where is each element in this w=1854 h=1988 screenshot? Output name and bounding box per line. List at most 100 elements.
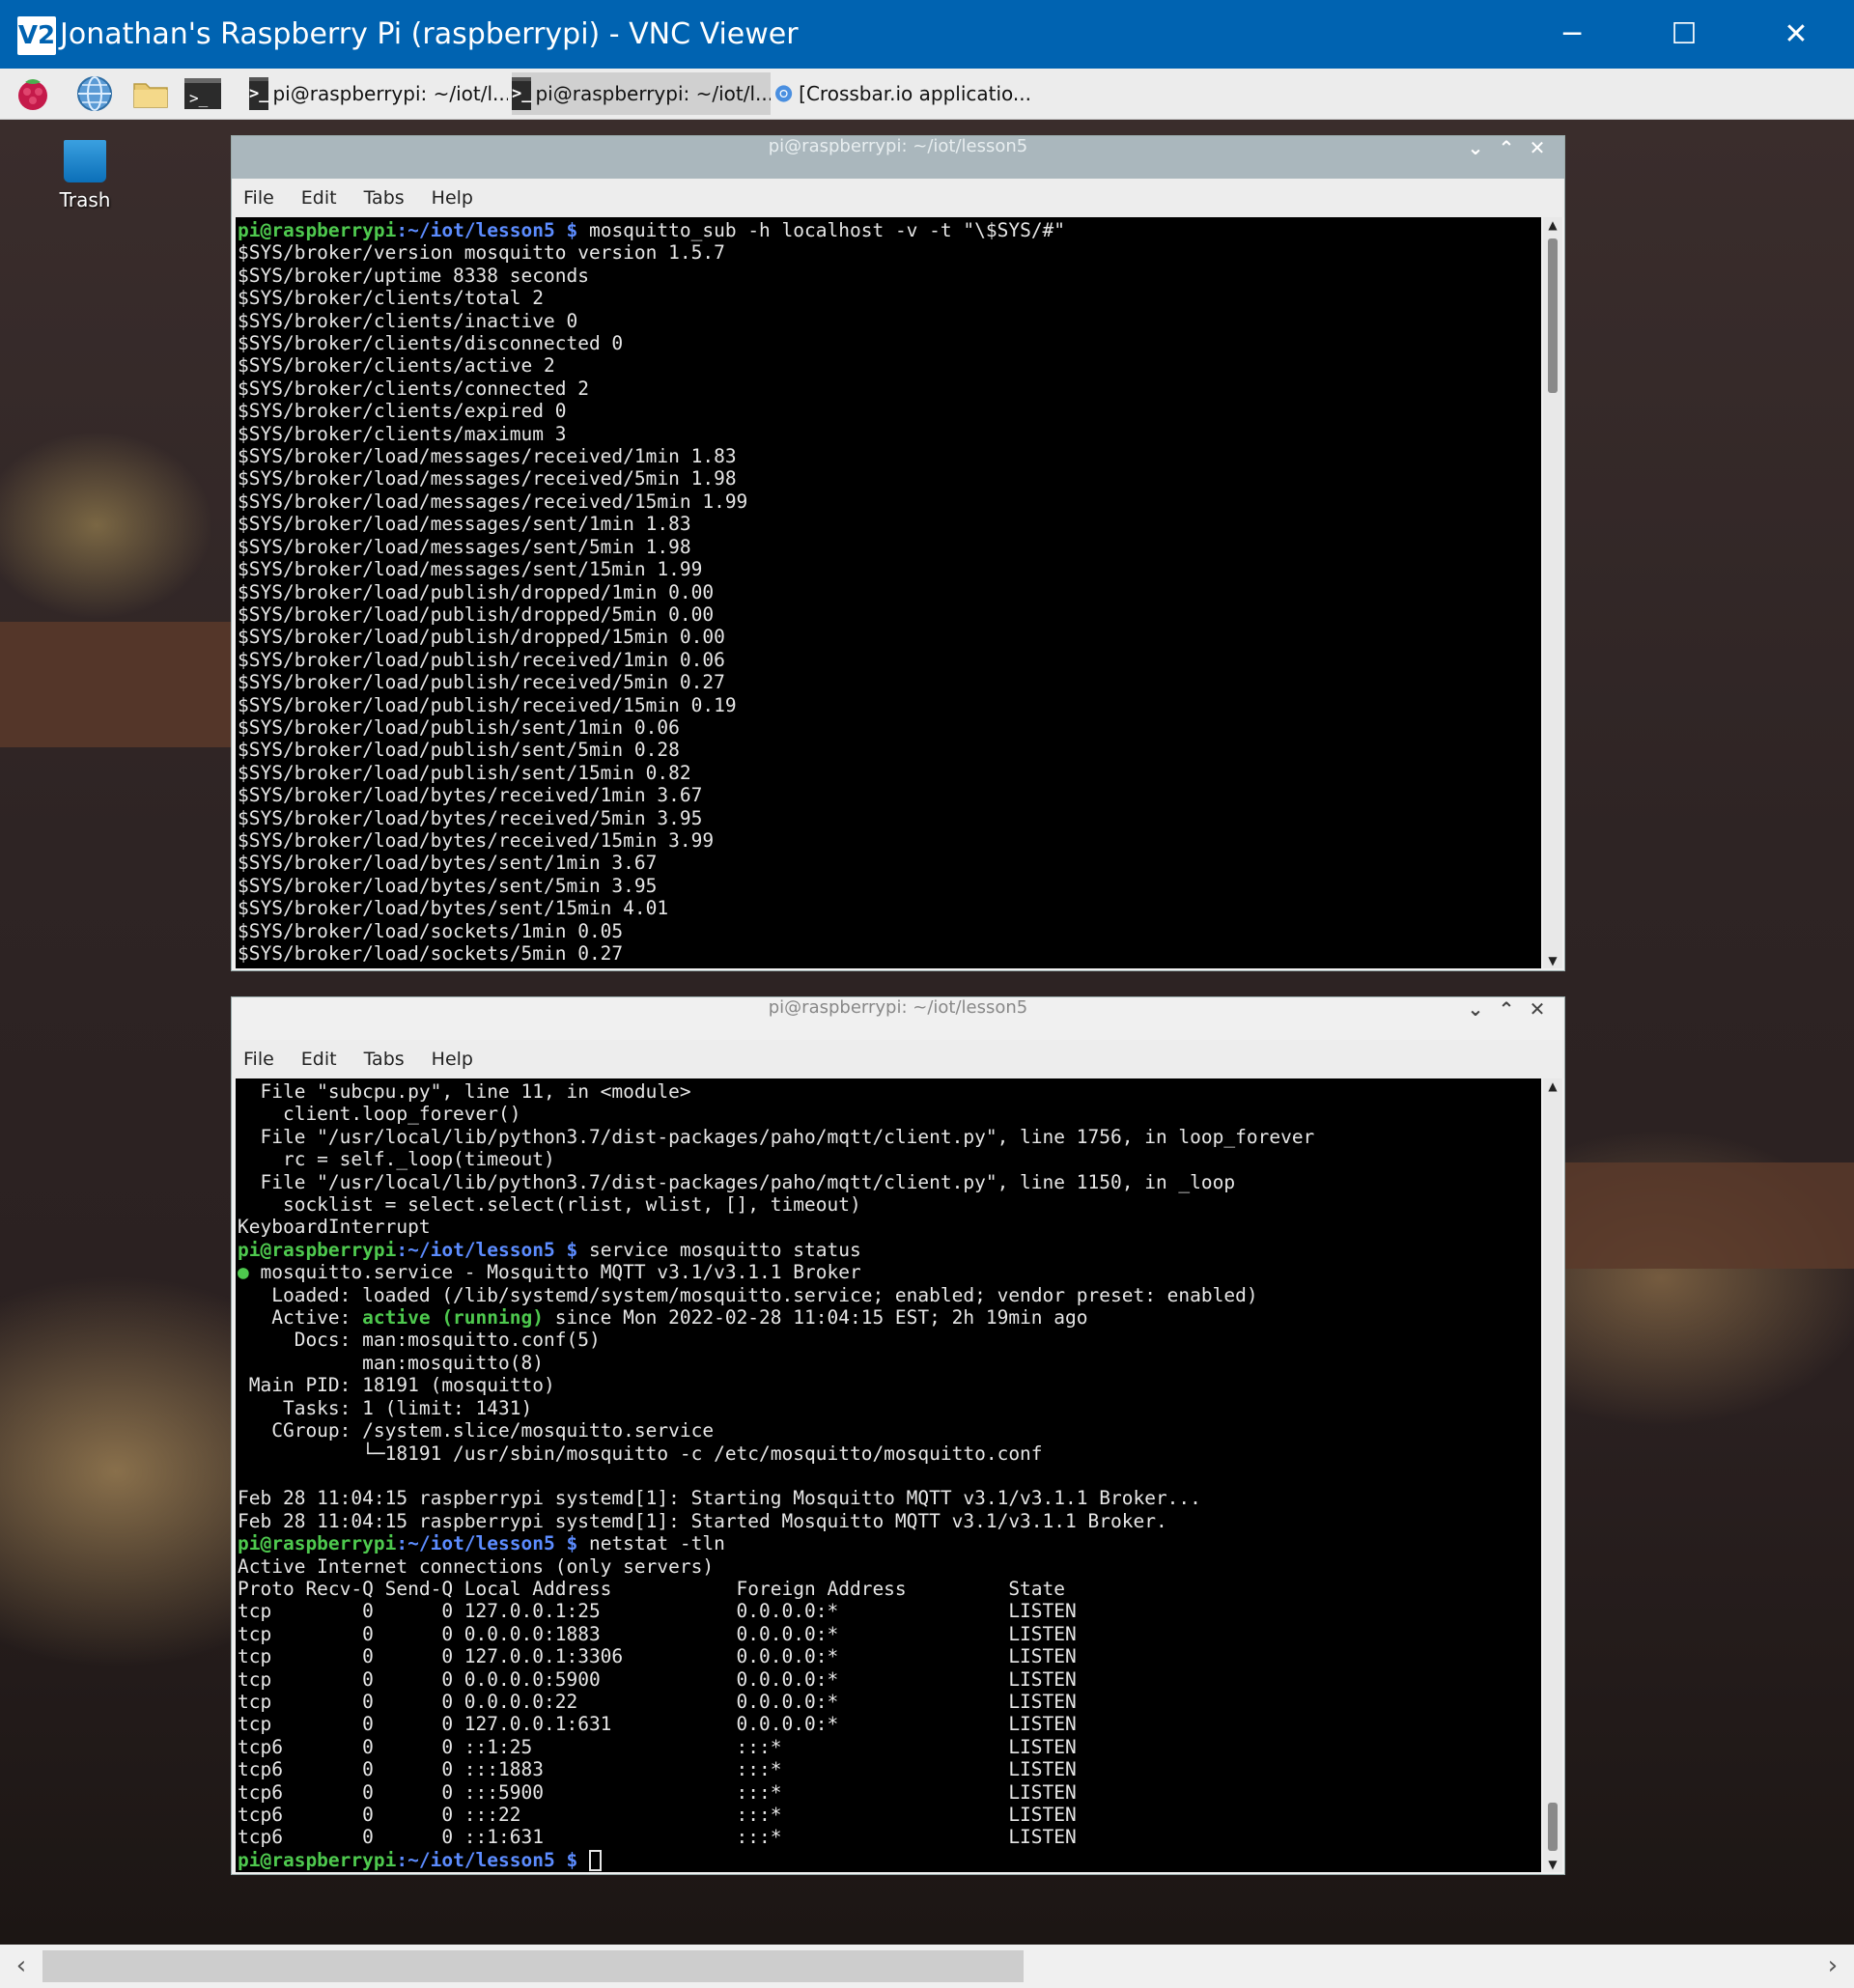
svg-text:>_: >_ bbox=[189, 89, 209, 107]
horizontal-scrollbar[interactable]: ‹ › bbox=[0, 1945, 1854, 1988]
terminal-maximize-button[interactable]: ⌃ bbox=[1491, 136, 1522, 179]
scroll-left-arrow[interactable]: ‹ bbox=[0, 1945, 42, 1988]
output-line: tcp6 0 0 ::1:25 :::* LISTEN bbox=[238, 1736, 1077, 1758]
output-line: $SYS/broker/load/bytes/received/15min 3.… bbox=[238, 828, 715, 852]
line-text: File "/usr/local/lib/python3.7/dist-pack… bbox=[238, 1170, 1236, 1193]
horizontal-scroll-thumb[interactable] bbox=[42, 1950, 1024, 1982]
menu-tabs[interactable]: Tabs bbox=[364, 187, 405, 209]
terminal-icon: >_ bbox=[249, 77, 269, 110]
taskbar-terminal-task-1[interactable]: >_ pi@raspberrypi: ~/iot/l... bbox=[249, 72, 508, 115]
terminal-maximize-button[interactable]: ⌃ bbox=[1491, 997, 1522, 1040]
output-line: ● mosquitto.service - Mosquitto MQTT v3.… bbox=[238, 1261, 861, 1283]
output-line: $SYS/broker/load/messages/sent/1min 1.83 bbox=[238, 513, 691, 536]
terminal-launcher-icon[interactable]: >_ bbox=[183, 74, 222, 113]
line-text: Main PID: 18191 (mosquitto) bbox=[238, 1374, 555, 1397]
menu-file[interactable]: File bbox=[243, 1049, 274, 1070]
trash-icon bbox=[64, 140, 106, 182]
line-text: rc = self._loop(timeout) bbox=[238, 1148, 555, 1171]
menu-edit[interactable]: Edit bbox=[301, 187, 337, 209]
menu-help[interactable]: Help bbox=[432, 187, 473, 209]
prompt-user: pi@raspberrypi bbox=[238, 1532, 397, 1555]
taskbar-crossbar-task[interactable]: [Crossbar.io applicatio... bbox=[774, 72, 1031, 115]
output-line: tcp 0 0 0.0.0.0:22 0.0.0.0:* LISTEN bbox=[238, 1691, 1077, 1713]
line-text: Active Internet connections (only server… bbox=[238, 1554, 715, 1578]
line-text: tcp6 0 0 :::1883 :::* LISTEN bbox=[238, 1758, 1077, 1781]
active-status: active (running) bbox=[362, 1306, 544, 1330]
file-manager-folder-icon[interactable] bbox=[131, 74, 170, 113]
terminal-title: pi@raspberrypi: ~/iot/lesson5 bbox=[232, 136, 1564, 179]
terminal-window-bottom[interactable]: pi@raspberrypi: ~/iot/lesson5 ⌄ ⌃ ✕ File… bbox=[231, 996, 1565, 1875]
menu-edit[interactable]: Edit bbox=[301, 1049, 337, 1070]
scroll-up-arrow[interactable]: ▲ bbox=[1543, 217, 1562, 233]
trash-desktop-icon[interactable]: Trash bbox=[39, 140, 131, 211]
output-line: Docs: man:mosquitto.conf(5) bbox=[238, 1329, 601, 1351]
line-text-rest: since Mon 2022-02-28 11:04:15 EST; 2h 19… bbox=[543, 1306, 1088, 1330]
scroll-thumb[interactable] bbox=[1548, 238, 1558, 393]
scroll-thumb[interactable] bbox=[1548, 1803, 1558, 1851]
output-line: $SYS/broker/load/publish/dropped/15min 0… bbox=[238, 626, 725, 649]
output-line: $SYS/broker/load/bytes/received/5min 3.9… bbox=[238, 806, 703, 829]
output-line: Tasks: 1 (limit: 1431) bbox=[238, 1397, 532, 1419]
line-text: tcp 0 0 0.0.0.0:1883 0.0.0.0:* LISTEN bbox=[238, 1622, 1077, 1645]
raspberry-menu-icon[interactable] bbox=[14, 74, 52, 113]
menu-help[interactable]: Help bbox=[432, 1049, 473, 1070]
prompt-line: pi@raspberrypi:~/iot/lesson5 $ bbox=[238, 1849, 602, 1871]
terminal-scrollbar[interactable]: ▲ ▼ bbox=[1543, 1078, 1562, 1872]
terminal-scrollbar[interactable]: ▲ ▼ bbox=[1543, 217, 1562, 968]
output-line: File "subcpu.py", line 11, in <module> bbox=[238, 1080, 690, 1103]
output-line: $SYS/broker/load/publish/received/5min 0… bbox=[238, 671, 725, 694]
prompt-path: :~/iot/lesson5 $ bbox=[396, 1238, 578, 1261]
output-line: Feb 28 11:04:15 raspberrypi systemd[1]: … bbox=[238, 1487, 1201, 1509]
scroll-right-arrow[interactable]: › bbox=[1812, 1945, 1854, 1988]
scroll-down-arrow[interactable]: ▼ bbox=[1543, 1857, 1562, 1872]
line-text: tcp6 0 0 ::1:25 :::* LISTEN bbox=[238, 1735, 1077, 1758]
scroll-down-arrow[interactable]: ▼ bbox=[1543, 953, 1562, 968]
terminal-text: pi@raspberrypi:~/iot/lesson5 $ mosquitto… bbox=[236, 217, 1541, 965]
maximize-button[interactable]: ☐ bbox=[1628, 0, 1740, 69]
browser-globe-icon[interactable] bbox=[75, 74, 114, 113]
line-text: tcp6 0 0 ::1:631 :::* LISTEN bbox=[238, 1826, 1077, 1849]
terminal-output-area[interactable]: pi@raspberrypi:~/iot/lesson5 $ mosquitto… bbox=[236, 217, 1541, 968]
line-text: tcp 0 0 0.0.0.0:22 0.0.0.0:* LISTEN bbox=[238, 1690, 1077, 1713]
output-line: $SYS/broker/load/bytes/sent/1min 3.67 bbox=[238, 852, 658, 875]
terminal-close-button[interactable]: ✕ bbox=[1522, 136, 1553, 179]
line-text: tcp 0 0 127.0.0.1:631 0.0.0.0:* LISTEN bbox=[238, 1713, 1077, 1736]
output-line: └─18191 /usr/sbin/mosquitto -c /etc/mosq… bbox=[238, 1442, 1043, 1465]
command-text: netstat -tln bbox=[577, 1532, 725, 1555]
close-button[interactable]: ✕ bbox=[1740, 0, 1852, 69]
menu-tabs[interactable]: Tabs bbox=[364, 1049, 405, 1070]
prompt-path: :~/iot/lesson5 $ bbox=[396, 1848, 578, 1871]
status-dot-icon: ● bbox=[238, 1261, 249, 1284]
output-line: rc = self._loop(timeout) bbox=[238, 1148, 555, 1170]
output-line: tcp6 0 0 :::5900 :::* LISTEN bbox=[238, 1781, 1077, 1804]
menu-file[interactable]: File bbox=[243, 187, 274, 209]
line-text: Tasks: 1 (limit: 1431) bbox=[238, 1396, 533, 1419]
terminal-close-button[interactable]: ✕ bbox=[1522, 997, 1553, 1040]
line-text: └─18191 /usr/sbin/mosquitto -c /etc/mosq… bbox=[238, 1442, 1043, 1465]
output-line: $SYS/broker/load/publish/dropped/1min 0.… bbox=[238, 580, 715, 603]
line-text: Proto Recv-Q Send-Q Local Address Foreig… bbox=[238, 1577, 1066, 1600]
taskbar-terminal-task-2[interactable]: >_ pi@raspberrypi: ~/iot/l... bbox=[512, 72, 771, 115]
terminal-menubar: File Edit Tabs Help bbox=[232, 179, 1564, 217]
terminal-text: File "subcpu.py", line 11, in <module> c… bbox=[236, 1078, 1541, 1871]
line-text: Feb 28 11:04:15 raspberrypi systemd[1]: … bbox=[238, 1509, 1167, 1532]
output-line: Main PID: 18191 (mosquitto) bbox=[238, 1374, 555, 1396]
prompt-user: pi@raspberrypi bbox=[238, 219, 397, 241]
command-text: service mosquitto status bbox=[577, 1238, 861, 1261]
output-line: Active Internet connections (only server… bbox=[238, 1555, 714, 1578]
terminal-output-area[interactable]: File "subcpu.py", line 11, in <module> c… bbox=[236, 1078, 1541, 1872]
terminal-minimize-button[interactable]: ⌄ bbox=[1460, 997, 1491, 1040]
output-line: $SYS/broker/load/publish/sent/15min 0.82 bbox=[238, 761, 691, 784]
output-line: $SYS/broker/load/publish/received/15min … bbox=[238, 693, 737, 716]
terminal-window-top[interactable]: pi@raspberrypi: ~/iot/lesson5 ⌄ ⌃ ✕ File… bbox=[231, 135, 1565, 971]
minimize-button[interactable]: ─ bbox=[1516, 0, 1628, 69]
task-label: pi@raspberrypi: ~/iot/l... bbox=[272, 82, 508, 105]
output-line: File "/usr/local/lib/python3.7/dist-pack… bbox=[238, 1171, 1235, 1193]
output-line: $SYS/broker/load/messages/sent/5min 1.98 bbox=[238, 535, 691, 558]
vnc-titlebar: V2 Jonathan's Raspberry Pi (raspberrypi)… bbox=[0, 0, 1854, 69]
line-text: File "/usr/local/lib/python3.7/dist-pack… bbox=[238, 1125, 1315, 1148]
output-line: $SYS/broker/load/bytes/received/1min 3.6… bbox=[238, 784, 703, 807]
output-line: $SYS/broker/load/messages/received/1min … bbox=[238, 445, 737, 468]
scroll-up-arrow[interactable]: ▲ bbox=[1543, 1078, 1562, 1094]
terminal-minimize-button[interactable]: ⌄ bbox=[1460, 136, 1491, 179]
